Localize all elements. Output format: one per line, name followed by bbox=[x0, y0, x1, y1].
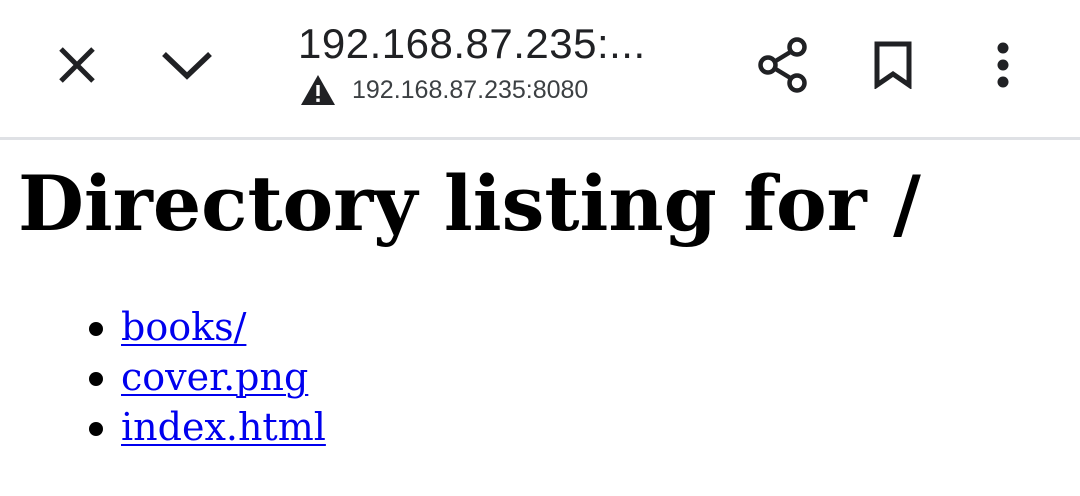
entry-link-books[interactable]: books/ bbox=[121, 305, 246, 349]
bookmark-button[interactable] bbox=[853, 25, 933, 105]
list-item: cover.png bbox=[80, 352, 326, 402]
custom-tab-toolbar: 192.168.87.235:... 192.168.87.235:8080 bbox=[0, 0, 1080, 140]
warning-icon bbox=[301, 75, 335, 105]
bullet-icon bbox=[89, 422, 103, 436]
entry-link-index-html[interactable]: index.html bbox=[121, 405, 326, 449]
directory-list: books/ cover.png index.html bbox=[80, 302, 326, 452]
title-and-url[interactable]: 192.168.87.235:... 192.168.87.235:8080 bbox=[298, 18, 698, 106]
minimize-button[interactable] bbox=[147, 25, 227, 105]
bullet-icon bbox=[89, 322, 103, 336]
close-button[interactable] bbox=[37, 25, 117, 105]
share-button[interactable] bbox=[743, 25, 823, 105]
more-options-button[interactable] bbox=[963, 25, 1043, 105]
more-vert-icon bbox=[997, 42, 1009, 88]
url-text: 192.168.87.235:8080 bbox=[352, 75, 589, 104]
url-row: 192.168.87.235:8080 bbox=[298, 74, 698, 106]
page-title: 192.168.87.235:... bbox=[298, 20, 646, 67]
page-heading: Directory listing for / bbox=[18, 159, 921, 248]
page-content: Directory listing for / books/ cover.png… bbox=[0, 140, 1080, 496]
chevron-down-icon bbox=[162, 52, 212, 80]
list-item: books/ bbox=[80, 302, 326, 352]
bullet-icon bbox=[89, 372, 103, 386]
close-icon bbox=[59, 47, 95, 83]
share-icon bbox=[758, 37, 807, 93]
list-item: index.html bbox=[80, 402, 326, 452]
bookmark-icon bbox=[874, 41, 912, 89]
entry-link-cover-png[interactable]: cover.png bbox=[121, 355, 308, 399]
